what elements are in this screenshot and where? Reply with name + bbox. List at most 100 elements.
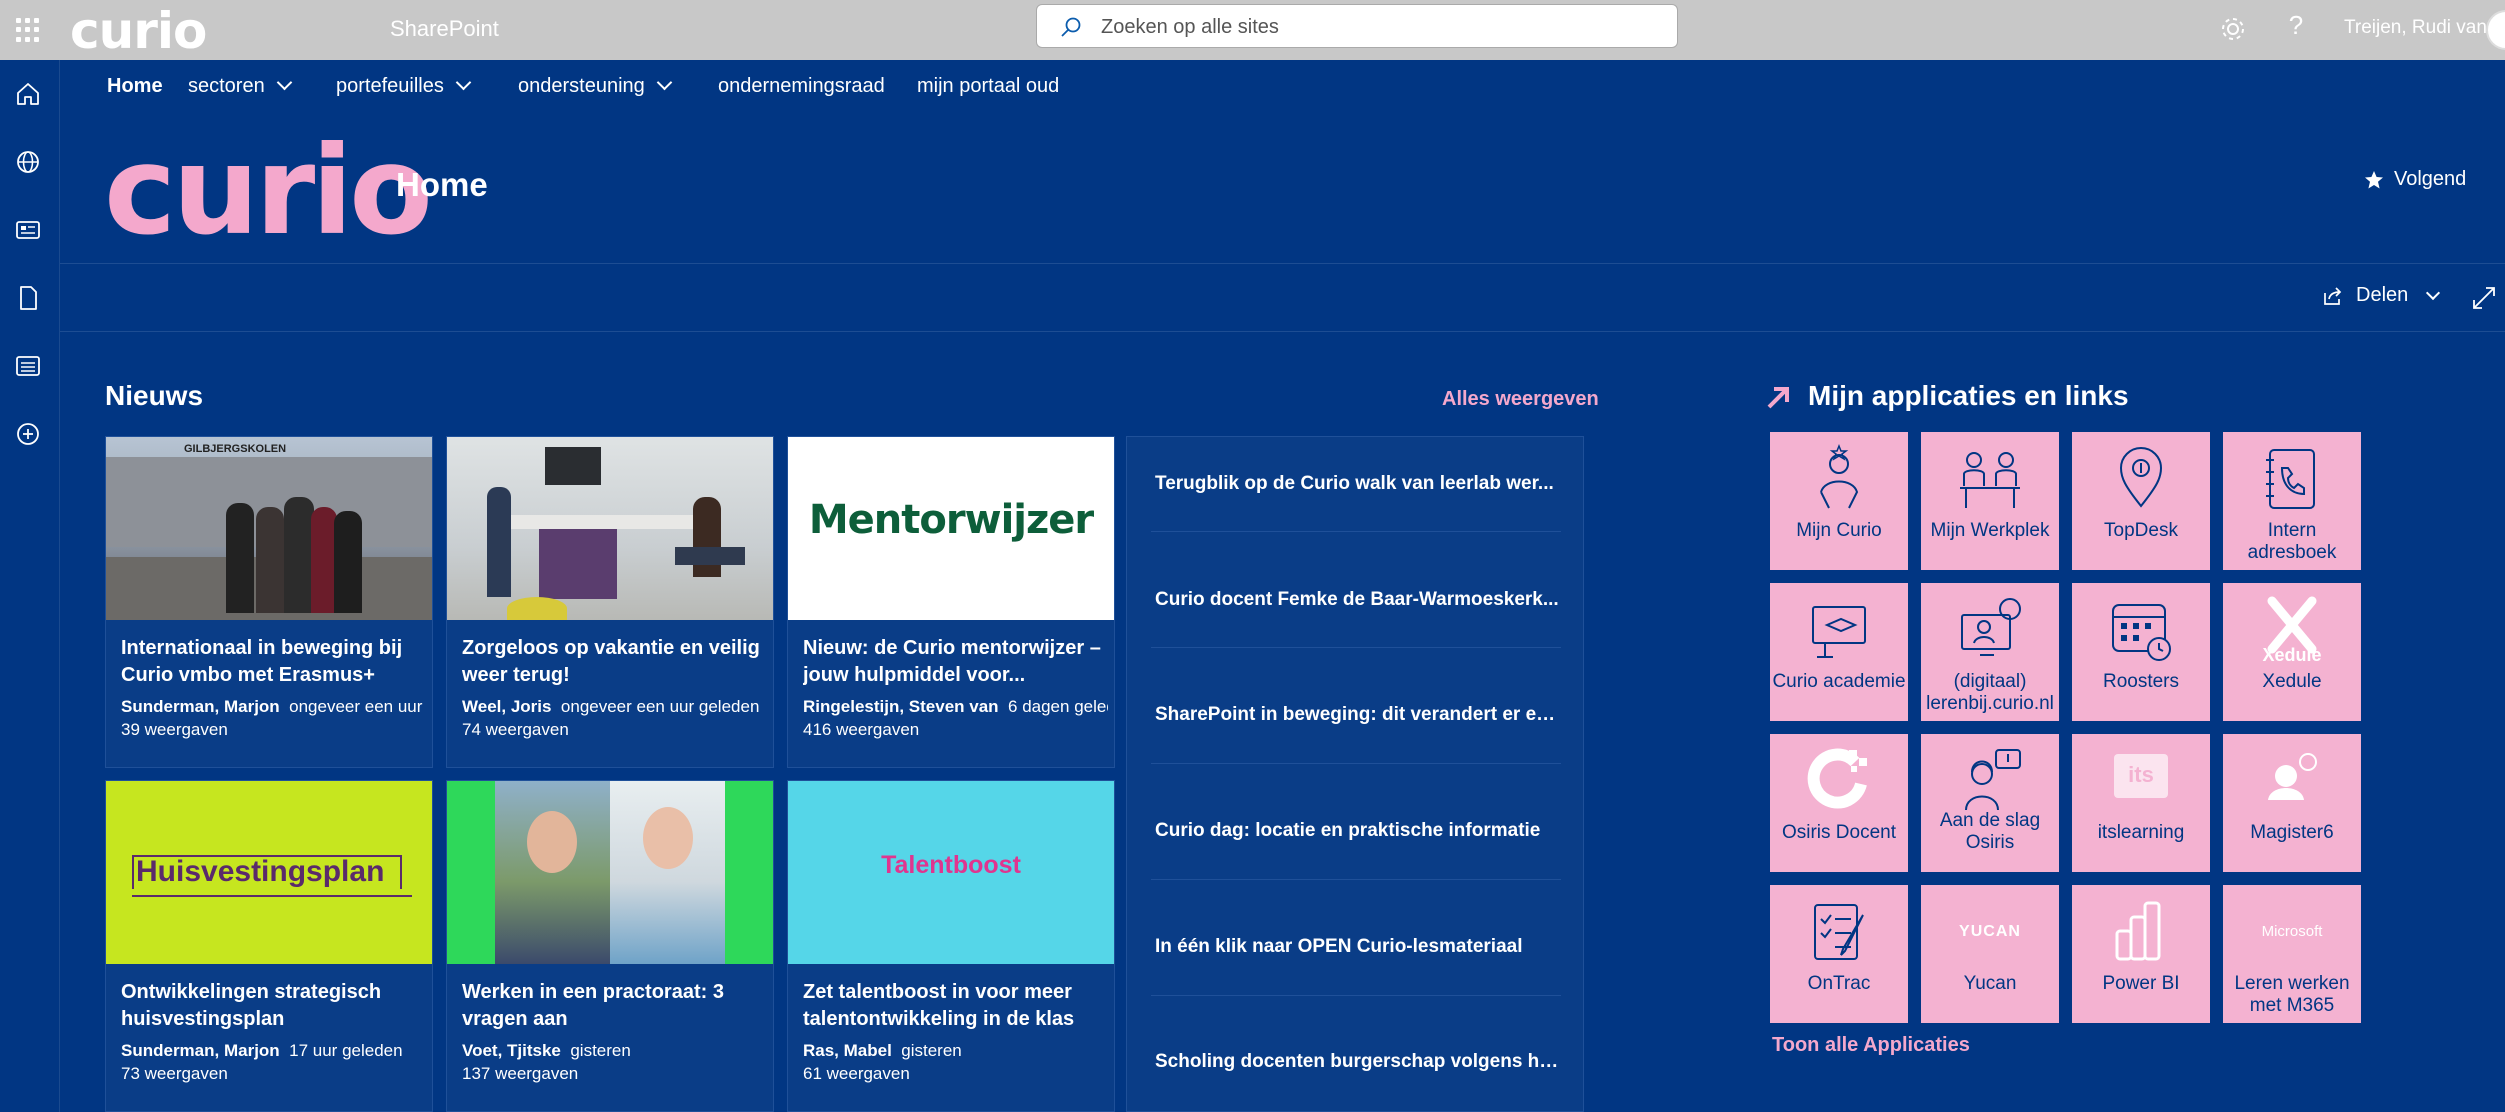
news-author: Ras, Mabel — [803, 1041, 892, 1060]
news-card-title[interactable]: Werken in een practoraat: 3 vragen aan d… — [462, 979, 762, 1033]
app-tile-label: Mijn Werkplek — [1930, 520, 2050, 541]
app-launcher-icon[interactable] — [14, 16, 42, 44]
site-logo[interactable]: curio — [104, 116, 433, 266]
news-list-item[interactable]: Terugblik op de Curio walk van leerlab w… — [1155, 473, 1561, 495]
app-tile-curio-academie[interactable]: Curio academie — [1770, 583, 1908, 721]
follow-label: Volgend — [2394, 168, 2467, 190]
expand-icon[interactable] — [2470, 284, 2498, 312]
show-all-apps-link[interactable]: Toon alle Applicaties — [1772, 1034, 1970, 1057]
app-tile-label: Leren werken met M365 — [2234, 973, 2350, 1016]
news-card[interactable]: Talentboost Zet talentboost in voor meer… — [787, 780, 1115, 1112]
news-thumbnail: Huisvestingsplan — [106, 781, 432, 964]
app-tile-label: Curio academie — [1772, 671, 1906, 692]
gear-icon[interactable] — [2218, 14, 2248, 44]
news-list-item[interactable]: Curio dag: locatie en praktische informa… — [1155, 820, 1561, 842]
app-tile-power-bi[interactable]: Power BI — [2072, 885, 2210, 1023]
app-tile-label: Aan de slag Osiris — [1939, 810, 2041, 853]
nav-portefeuilles[interactable]: portefeuilles — [336, 74, 472, 98]
divider — [1151, 879, 1561, 880]
search-input[interactable] — [1101, 13, 1661, 41]
news-list: Terugblik op de Curio walk van leerlab w… — [1126, 436, 1584, 1112]
suite-app-name[interactable]: SharePoint — [390, 16, 499, 42]
app-tile-mijn-werkplek[interactable]: Mijn Werkplek — [1921, 432, 2059, 570]
magister-logo-icon — [2268, 753, 2317, 800]
news-card[interactable]: Huisvestingsplan Ontwikkelingen strategi… — [105, 780, 433, 1112]
news-card-meta: Ras, Mabel gisteren — [803, 1041, 1108, 1061]
news-card[interactable]: Zorgeloos op vakantie en veilig weer ter… — [446, 436, 774, 768]
news-author: Voet, Tjitske — [462, 1041, 561, 1060]
apps-heading: Mijn applicaties en links — [1808, 380, 2129, 411]
news-card[interactable]: Werken in een practoraat: 3 vragen aan d… — [446, 780, 774, 1112]
nav-label: portefeuilles — [336, 75, 444, 97]
news-list-item[interactable]: Scholing docenten burgerschap volgens he… — [1155, 1051, 1561, 1073]
help-icon[interactable]: ? — [2284, 10, 2308, 41]
page-title: Home — [396, 166, 488, 203]
app-tile-lerenbij[interactable]: (digitaal) lerenbij.curio.nl — [1921, 583, 2059, 721]
news-views: 74 weergaven — [462, 720, 569, 739]
news-card-meta: Ringelestijn, Steven van 6 dagen geleden — [803, 697, 1108, 717]
news-card-title[interactable]: Zorgeloos op vakantie en veilig weer ter… — [462, 635, 762, 689]
news-list-item[interactable]: Curio docent Femke de Baar-Warmoeskerk..… — [1155, 589, 1561, 611]
app-tile-magister6[interactable]: Magister6 — [2223, 734, 2361, 872]
news-time: gisteren — [901, 1041, 962, 1060]
site-header: curio Home Volgend — [60, 116, 2505, 264]
app-tile-mijn-curio[interactable]: Mijn Curio — [1770, 432, 1908, 570]
app-tile-roosters[interactable]: Roosters — [2072, 583, 2210, 721]
news-card[interactable]: GILBJERGSKOLEN Internationaal in bewegin… — [105, 436, 433, 768]
share-button[interactable]: Delen — [2322, 284, 2441, 307]
list-icon[interactable] — [14, 352, 42, 380]
news-card-title[interactable]: Ontwikkelingen strategisch huisvestingsp… — [121, 979, 421, 1033]
helpdesk-person-icon — [1965, 749, 2021, 811]
news-list-item[interactable]: SharePoint in beweging: dit verandert er… — [1155, 704, 1561, 726]
app-tile-label: OnTrac — [1807, 973, 1871, 994]
app-tile-osiris-docent[interactable]: Osiris Docent — [1770, 734, 1908, 872]
news-thumbnail: GILBJERGSKOLEN — [106, 437, 432, 620]
app-tile-label: Mijn Curio — [1796, 520, 1882, 541]
suite-logo[interactable]: curio — [70, 2, 207, 60]
image-sign: GILBJERGSKOLEN — [184, 443, 287, 455]
nav-ondernemingsraad[interactable]: ondernemingsraad — [718, 75, 885, 98]
app-tile-label: Yucan — [1963, 973, 2017, 994]
workplace-icon — [1960, 452, 2020, 508]
file-icon[interactable] — [14, 284, 42, 312]
app-tile-label: Power BI — [2102, 973, 2180, 994]
app-tile-leren-werken-m365[interactable]: Microsoft Leren werken met M365 — [2223, 885, 2361, 1023]
nav-mijn-portaal-oud[interactable]: mijn portaal oud — [917, 75, 1059, 98]
app-tile-xedule[interactable]: Xedule Xedule — [2223, 583, 2361, 721]
home-icon[interactable] — [14, 80, 42, 108]
academy-icon — [1812, 606, 1866, 658]
share-icon — [2324, 286, 2342, 305]
news-card-meta: Weel, Joris ongeveer een uur geleden — [462, 697, 767, 717]
news-card-title[interactable]: Zet talentboost in voor meer talentontwi… — [803, 979, 1103, 1033]
app-tile-aan-de-slag-osiris[interactable]: Aan de slag Osiris — [1921, 734, 2059, 872]
search-box[interactable] — [1036, 4, 1678, 48]
app-tile-intern-adresboek[interactable]: Intern adresboek — [2223, 432, 2361, 570]
nav-sectoren[interactable]: sectoren — [188, 74, 292, 98]
app-tile-yucan[interactable]: YUCAN Yucan — [1921, 885, 2059, 1023]
nav-home[interactable]: Home — [107, 75, 163, 98]
globe-icon[interactable] — [14, 148, 42, 176]
nav-label: ondersteuning — [518, 75, 645, 97]
news-card-title[interactable]: Internationaal in beweging bij Curio vmb… — [121, 635, 421, 689]
nav-ondersteuning[interactable]: ondersteuning — [518, 74, 673, 98]
news-card-title[interactable]: Nieuw: de Curio mentorwijzer – jouw hulp… — [803, 635, 1103, 689]
news-card[interactable]: Mentorwijzer Nieuw: de Curio mentorwijze… — [787, 436, 1115, 768]
app-tile-itslearning[interactable]: its itslearning — [2072, 734, 2210, 872]
command-bar: Delen — [60, 264, 2505, 332]
user-name[interactable]: Treijen, Rudi van — [2344, 17, 2487, 39]
news-views: 73 weergaven — [121, 1064, 228, 1083]
news-icon[interactable] — [14, 216, 42, 244]
app-tile-ontrac[interactable]: OnTrac — [1770, 885, 1908, 1023]
divider — [1151, 647, 1561, 648]
news-views: 416 weergaven — [803, 720, 920, 739]
news-list-item[interactable]: In één klik naar OPEN Curio-lesmateriaal — [1155, 936, 1561, 958]
follow-button[interactable]: Volgend — [2364, 168, 2466, 191]
news-thumbnail: Talentboost — [788, 781, 1114, 964]
checklist-icon — [1814, 904, 1864, 960]
avatar[interactable] — [2486, 10, 2505, 50]
app-tile-topdesk[interactable]: TopDesk — [2072, 432, 2210, 570]
see-all-news-link[interactable]: Alles weergeven — [1442, 388, 1599, 411]
app-tile-label: Osiris Docent — [1781, 822, 1897, 843]
news-author: Ringelestijn, Steven van — [803, 697, 999, 716]
create-icon[interactable] — [14, 420, 42, 448]
